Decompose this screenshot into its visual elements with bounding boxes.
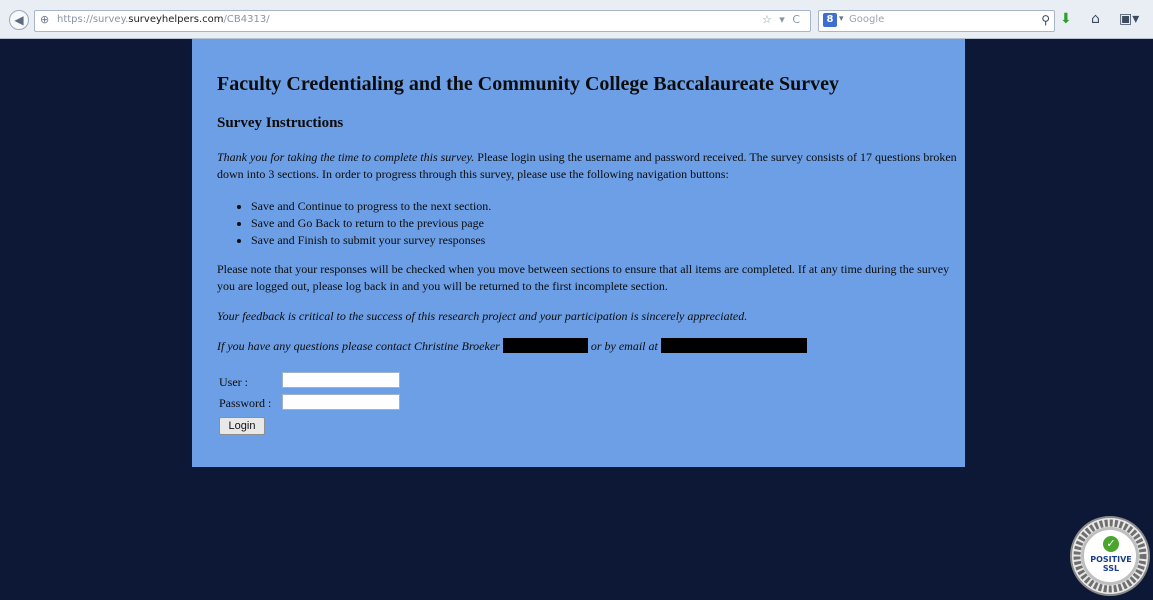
bookmark-star-icon[interactable]: ☆ ▾ C: [762, 13, 802, 26]
url-prefix: https://survey.: [57, 14, 129, 25]
page-viewport: Faculty Credentialing and the Community …: [0, 39, 1153, 600]
contact-paragraph: If you have any questions please contact…: [217, 338, 957, 355]
menu-icon[interactable]: ▣▾: [1119, 10, 1139, 28]
checkmark-icon: ✓: [1103, 536, 1119, 552]
list-item: Save and Continue to progress to the nex…: [251, 198, 491, 215]
navigation-button-list: Save and Continue to progress to the nex…: [217, 198, 491, 249]
ssl-label: POSITIVE SSL: [1090, 555, 1132, 573]
home-icon[interactable]: ⌂: [1091, 10, 1100, 28]
password-label: Password :: [219, 396, 272, 410]
url-host: surveyhelpers.com: [128, 14, 224, 25]
search-placeholder[interactable]: Google: [849, 14, 884, 25]
password-input[interactable]: [282, 394, 400, 410]
address-bar[interactable]: ⊕ https://survey.surveyhelpers.com/CB431…: [34, 10, 811, 32]
note-paragraph: Please note that your responses will be …: [217, 262, 950, 293]
list-item: Save and Finish to submit your survey re…: [251, 232, 491, 249]
login-button[interactable]: Login: [219, 417, 265, 435]
page-title: Faculty Credentialing and the Community …: [217, 73, 839, 95]
intro-italic: Thank you for taking the time to complet…: [217, 150, 475, 164]
list-item: Save and Go Back to return to the previo…: [251, 215, 491, 232]
redacted-phone: [502, 338, 588, 353]
intro-paragraph: Thank you for taking the time to complet…: [217, 149, 957, 183]
url-path: /CB4313/: [223, 14, 270, 25]
user-label: User :: [219, 375, 248, 389]
survey-panel: Faculty Credentialing and the Community …: [192, 39, 965, 467]
redacted-email: [660, 338, 807, 353]
engine-dropdown-icon[interactable]: ▾: [839, 14, 844, 24]
back-icon[interactable]: ◀: [9, 10, 29, 30]
search-engine-icon[interactable]: 8: [823, 13, 837, 27]
user-input[interactable]: [282, 372, 400, 388]
browser-toolbar: ◀ ⊕ https://survey.surveyhelpers.com/CB4…: [0, 0, 1153, 39]
search-bar[interactable]: 8 ▾ Google ⚲: [818, 10, 1055, 32]
feedback-paragraph: Your feedback is critical to the success…: [217, 309, 748, 323]
ssl-seal[interactable]: ✓ POSITIVE SSL: [1070, 516, 1150, 596]
site-identity-icon[interactable]: ⊕: [40, 14, 52, 26]
search-icon[interactable]: ⚲: [1041, 13, 1050, 27]
section-heading: Survey Instructions: [217, 115, 344, 131]
ssl-badge-center: ✓ POSITIVE SSL: [1081, 527, 1139, 585]
url-text[interactable]: https://survey.surveyhelpers.com/CB4313/: [57, 14, 270, 25]
contact-mid: or by email at: [590, 339, 658, 353]
download-icon[interactable]: ⬇: [1060, 10, 1072, 28]
contact-prefix: If you have any questions please contact…: [217, 339, 500, 353]
